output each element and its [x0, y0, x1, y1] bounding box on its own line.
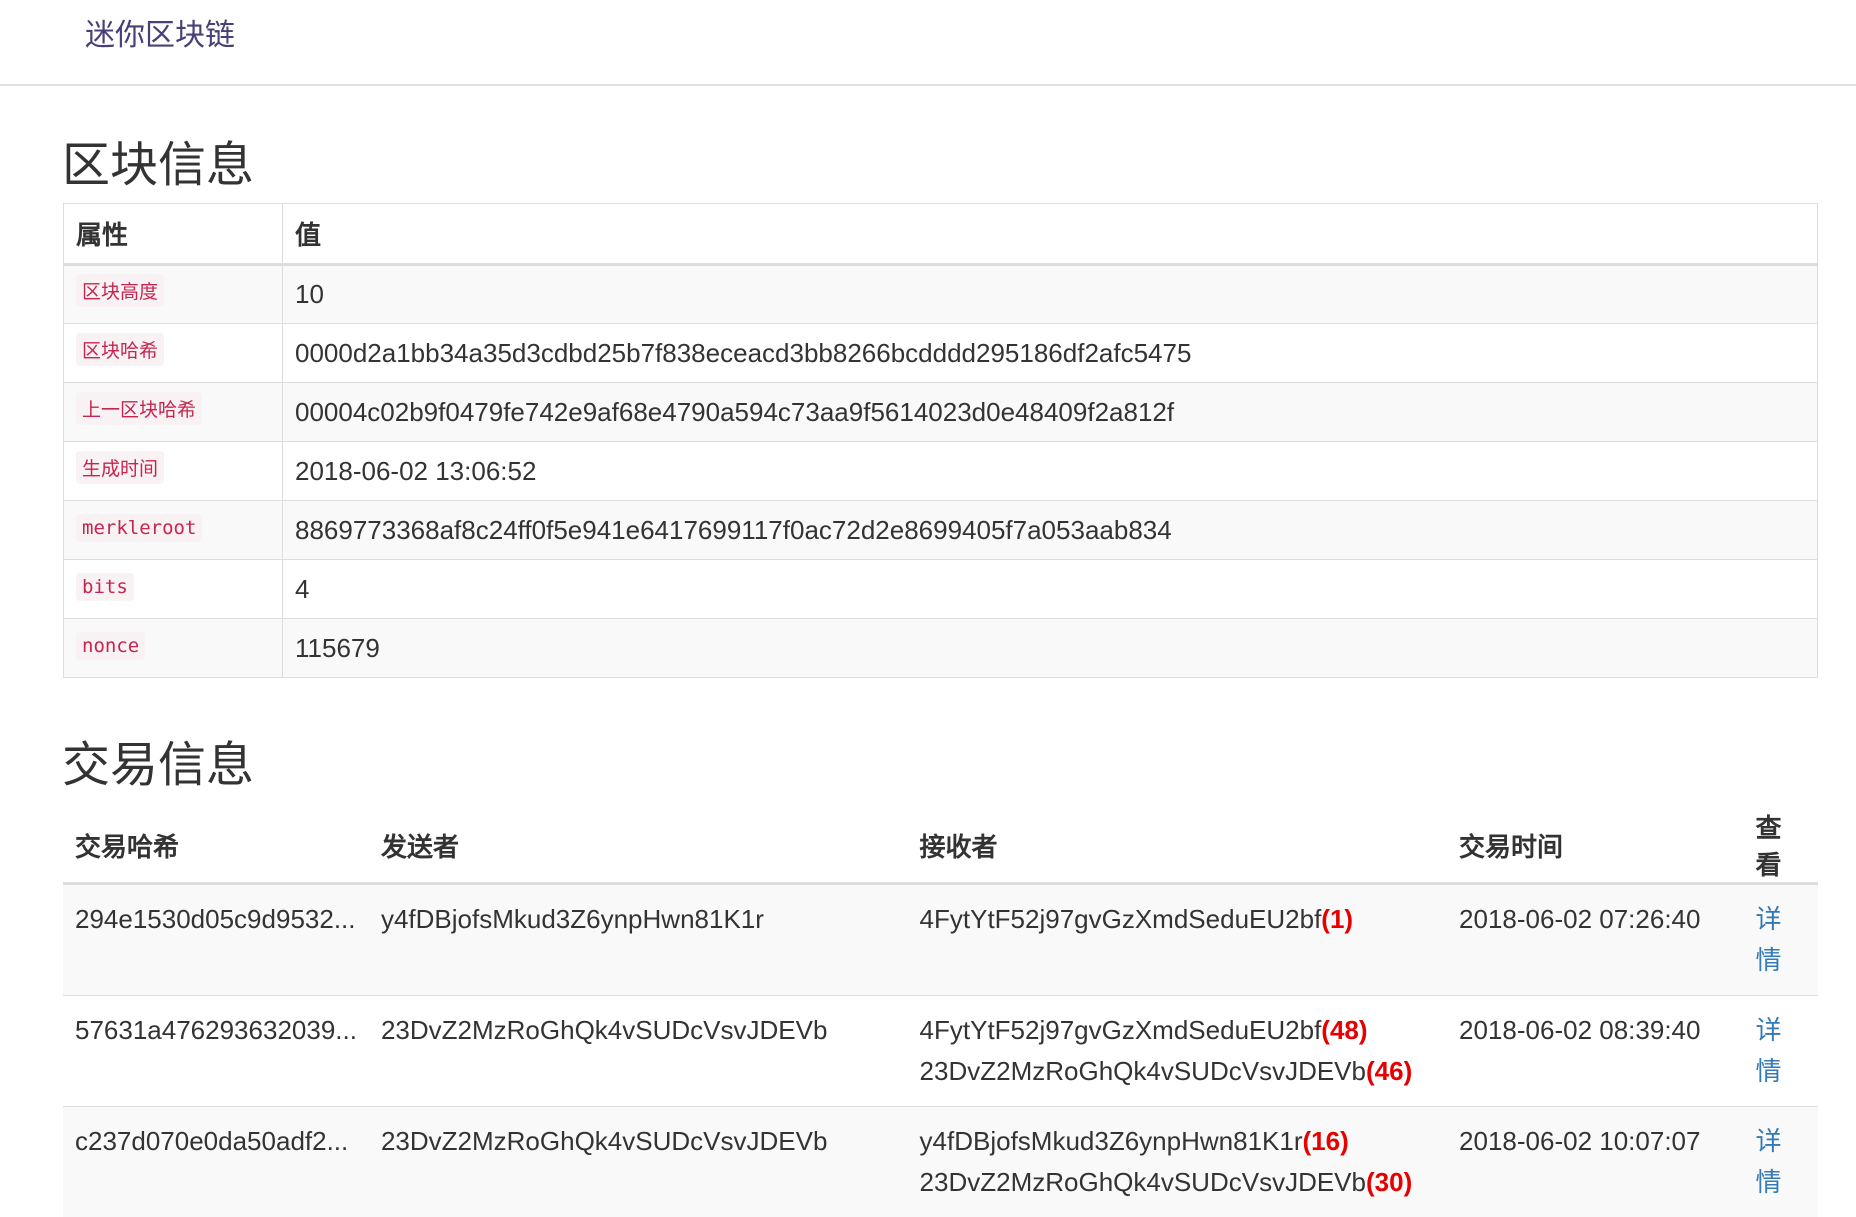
tx-hash-cell: 57631a476293632039... — [63, 996, 369, 1107]
table-row: 生成时间 2018-06-02 13:06:52 — [64, 442, 1818, 501]
receiver-address: 4FytYtF52j97gvGzXmdSeduEU2bf — [920, 1015, 1322, 1045]
receiver-amount: (48) — [1321, 1015, 1367, 1045]
value-cell: 115679 — [283, 619, 1818, 678]
brand-link[interactable]: 迷你区块链 — [85, 10, 235, 54]
tx-hash-cell: 294e1530d05c9d9532... — [63, 884, 369, 996]
receiver-cell: 4FytYtF52j97gvGzXmdSeduEU2bf(1) — [908, 884, 1448, 996]
attr-key: 生成时间 — [76, 451, 164, 484]
detail-link[interactable]: 详情 — [1755, 1126, 1781, 1197]
attr-cell: 区块哈希 — [64, 324, 283, 383]
block-info-table: 属性 值 区块高度 10 区块哈希 0000d2a1bb34a35d3cdbd2… — [63, 203, 1818, 678]
attr-key: nonce — [76, 632, 145, 660]
receiver-amount: (16) — [1303, 1126, 1349, 1156]
receiver-address: 23DvZ2MzRoGhQk4vSUDcVsvJDEVb — [920, 1167, 1366, 1197]
table-row: nonce 115679 — [64, 619, 1818, 678]
receiver-address: 23DvZ2MzRoGhQk4vSUDcVsvJDEVb — [920, 1056, 1366, 1086]
header-view: 查看 — [1743, 808, 1818, 884]
attr-cell: 上一区块哈希 — [64, 383, 283, 442]
attr-key: bits — [76, 573, 134, 601]
header-receiver: 接收者 — [908, 808, 1448, 884]
transaction-table: 交易哈希 发送者 接收者 交易时间 查看 294e1530d05c9d9532.… — [63, 808, 1818, 1217]
sender-cell: 23DvZ2MzRoGhQk4vSUDcVsvJDEVb — [369, 996, 908, 1107]
tx-time-cell: 2018-06-02 07:26:40 — [1447, 884, 1743, 996]
attr-cell: bits — [64, 560, 283, 619]
value-cell: 2018-06-02 13:06:52 — [283, 442, 1818, 501]
view-cell: 详情 — [1743, 1107, 1818, 1217]
table-row: 上一区块哈希 00004c02b9f0479fe742e9af68e4790a5… — [64, 383, 1818, 442]
table-header-row: 属性 值 — [64, 204, 1818, 265]
value-cell: 4 — [283, 560, 1818, 619]
receiver-line: 23DvZ2MzRoGhQk4vSUDcVsvJDEVb(46) — [920, 1051, 1436, 1092]
view-cell: 详情 — [1743, 996, 1818, 1107]
receiver-cell: 4FytYtF52j97gvGzXmdSeduEU2bf(48) 23DvZ2M… — [908, 996, 1448, 1107]
receiver-line: 23DvZ2MzRoGhQk4vSUDcVsvJDEVb(30) — [920, 1162, 1436, 1203]
table-row: 区块高度 10 — [64, 265, 1818, 324]
block-info-title: 区块信息 — [62, 142, 254, 190]
attr-key: 区块高度 — [76, 274, 164, 307]
header-tx-hash: 交易哈希 — [63, 808, 369, 884]
table-header-row: 交易哈希 发送者 接收者 交易时间 查看 — [63, 808, 1818, 884]
value-cell: 00004c02b9f0479fe742e9af68e4790a594c73aa… — [283, 383, 1818, 442]
receiver-line: y4fDBjofsMkud3Z6ynpHwn81K1r(16) — [920, 1121, 1436, 1162]
table-row: bits 4 — [64, 560, 1818, 619]
table-row: 57631a476293632039... 23DvZ2MzRoGhQk4vSU… — [63, 996, 1818, 1107]
attr-cell: merkleroot — [64, 501, 283, 560]
receiver-amount: (1) — [1321, 904, 1353, 934]
value-cell: 8869773368af8c24ff0f5e941e6417699117f0ac… — [283, 501, 1818, 560]
tx-time-cell: 2018-06-02 10:07:07 — [1447, 1107, 1743, 1217]
header-sender: 发送者 — [369, 808, 908, 884]
attr-key: 上一区块哈希 — [76, 392, 202, 425]
attr-cell: nonce — [64, 619, 283, 678]
table-row: merkleroot 8869773368af8c24ff0f5e941e641… — [64, 501, 1818, 560]
attr-cell: 区块高度 — [64, 265, 283, 324]
receiver-amount: (30) — [1366, 1167, 1412, 1197]
sender-cell: 23DvZ2MzRoGhQk4vSUDcVsvJDEVb — [369, 1107, 908, 1217]
transaction-info-title: 交易信息 — [62, 742, 254, 790]
sender-cell: y4fDBjofsMkud3Z6ynpHwn81K1r — [369, 884, 908, 996]
header-attr: 属性 — [64, 204, 283, 265]
table-row: 294e1530d05c9d9532... y4fDBjofsMkud3Z6yn… — [63, 884, 1818, 996]
receiver-address: y4fDBjofsMkud3Z6ynpHwn81K1r — [920, 1126, 1303, 1156]
receiver-address: 4FytYtF52j97gvGzXmdSeduEU2bf — [920, 904, 1322, 934]
detail-link[interactable]: 详情 — [1755, 904, 1781, 975]
attr-key: merkleroot — [76, 514, 202, 542]
header-value: 值 — [283, 204, 1818, 265]
receiver-line: 4FytYtF52j97gvGzXmdSeduEU2bf(1) — [920, 899, 1436, 940]
table-row: c237d070e0da50adf2... 23DvZ2MzRoGhQk4vSU… — [63, 1107, 1818, 1217]
view-cell: 详情 — [1743, 884, 1818, 996]
header-tx-time: 交易时间 — [1447, 808, 1743, 884]
attr-key: 区块哈希 — [76, 333, 164, 366]
tx-hash-cell: c237d070e0da50adf2... — [63, 1107, 369, 1217]
detail-link[interactable]: 详情 — [1755, 1015, 1781, 1086]
attr-cell: 生成时间 — [64, 442, 283, 501]
tx-time-cell: 2018-06-02 08:39:40 — [1447, 996, 1743, 1107]
navbar: 迷你区块链 — [0, 0, 1856, 86]
receiver-amount: (46) — [1366, 1056, 1412, 1086]
receiver-line: 4FytYtF52j97gvGzXmdSeduEU2bf(48) — [920, 1010, 1436, 1051]
table-row: 区块哈希 0000d2a1bb34a35d3cdbd25b7f838eceacd… — [64, 324, 1818, 383]
value-cell: 0000d2a1bb34a35d3cdbd25b7f838eceacd3bb82… — [283, 324, 1818, 383]
value-cell: 10 — [283, 265, 1818, 324]
receiver-cell: y4fDBjofsMkud3Z6ynpHwn81K1r(16) 23DvZ2Mz… — [908, 1107, 1448, 1217]
